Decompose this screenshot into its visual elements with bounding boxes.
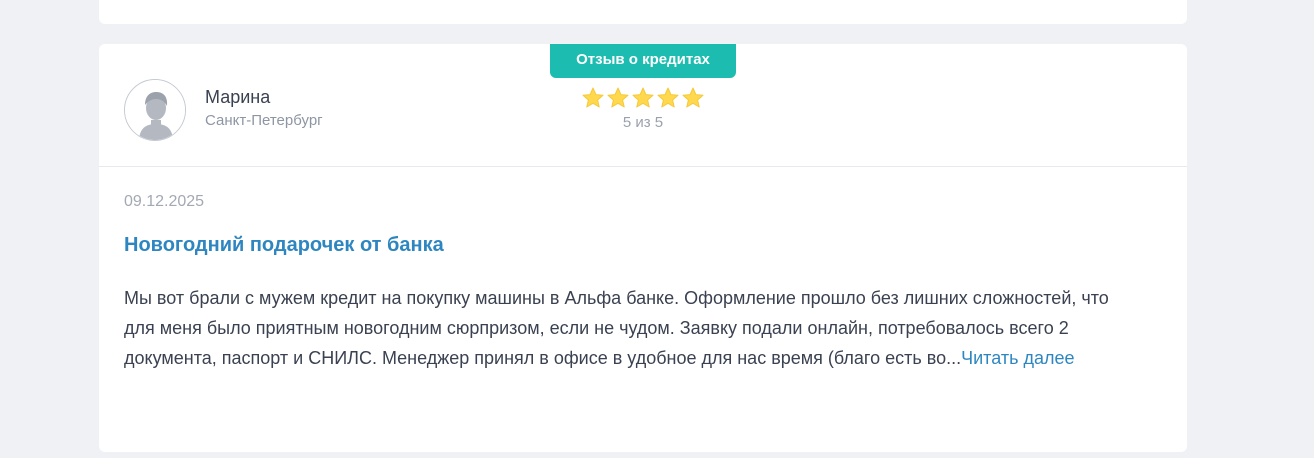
header-divider <box>99 166 1187 167</box>
star-icon <box>582 87 604 108</box>
rating-stars <box>581 86 705 110</box>
author-city: Санкт-Петербург <box>205 112 323 129</box>
star-icon <box>657 87 679 108</box>
review-category-badge[interactable]: Отзыв о кредитах <box>550 44 736 78</box>
previous-review-card <box>99 0 1187 24</box>
star-icon <box>632 87 654 108</box>
review-card: Отзыв о кредитах Марина Санкт-Петербург … <box>99 44 1187 452</box>
review-body: Мы вот брали с мужем кредит на покупку м… <box>124 283 1134 373</box>
read-more-link[interactable]: Читать далее <box>961 348 1074 368</box>
star-icon <box>682 87 704 108</box>
rating-text: 5 из 5 <box>622 114 664 131</box>
star-icon <box>607 87 629 108</box>
user-avatar-icon <box>124 79 186 141</box>
review-title-link[interactable]: Новогодний подарочек от банка <box>124 234 444 257</box>
author-name: Марина <box>205 87 271 107</box>
review-date: 09.12.2025 <box>124 193 205 210</box>
